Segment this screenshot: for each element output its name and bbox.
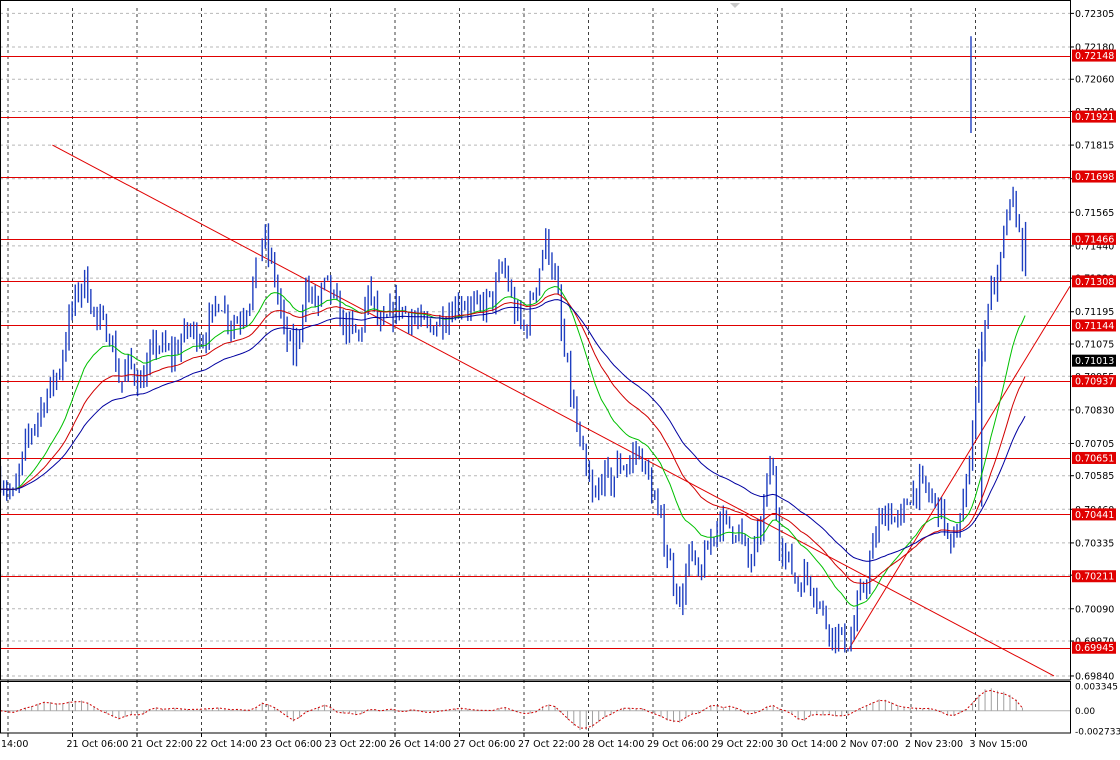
level-price-label: 0.72148	[1075, 51, 1114, 62]
time-tick-label: 30 Oct 14:00	[776, 739, 838, 750]
price-chart[interactable]: 0.723050.721800.720600.719400.718150.716…	[0, 0, 1120, 756]
time-tick-label: 22 Oct 14:00	[196, 739, 258, 750]
oscillator-tick-label: 0.00	[1075, 707, 1095, 717]
time-tick-label: 23 Oct 22:00	[325, 739, 387, 750]
level-price-label: 0.69945	[1075, 643, 1114, 654]
price-tick-label: 0.70090	[1075, 604, 1114, 615]
time-tick-label: 29 Oct 22:00	[712, 739, 774, 750]
current-price-label: 0.71013	[1075, 356, 1114, 367]
time-tick-label: 3 Nov 15:00	[970, 739, 1028, 750]
time-tick-label: 26 Oct 14:00	[389, 739, 451, 750]
price-tick-label: 0.72305	[1075, 9, 1114, 20]
time-tick-label: 21 Oct 06:00	[67, 739, 129, 750]
oscillator-tick-label: 0.003345	[1075, 682, 1118, 692]
price-tick-label: 0.70585	[1075, 471, 1114, 482]
price-tick-label: 0.70705	[1075, 439, 1114, 450]
price-tick-label: 0.71815	[1075, 141, 1114, 152]
price-tick-label: 0.69840	[1075, 671, 1114, 682]
level-price-label: 0.70441	[1075, 510, 1114, 521]
level-price-label: 0.71921	[1075, 112, 1114, 123]
price-tick-label: 0.71075	[1075, 340, 1114, 351]
time-tick-label: 14:00	[1, 739, 28, 750]
price-tick-label: 0.72060	[1075, 75, 1114, 86]
price-tick-label: 0.71195	[1075, 307, 1114, 318]
oscillator-tick-label: -0.002733	[1075, 728, 1120, 738]
level-price-label: 0.71144	[1075, 321, 1114, 332]
time-tick-label: 29 Oct 06:00	[647, 739, 709, 750]
time-tick-label: 2 Nov 23:00	[905, 739, 963, 750]
level-price-label: 0.70651	[1075, 453, 1114, 464]
time-tick-label: 21 Oct 22:00	[131, 739, 193, 750]
time-tick-label: 28 Oct 14:00	[583, 739, 645, 750]
level-price-label: 0.71698	[1075, 172, 1114, 183]
time-tick-label: 2 Nov 07:00	[841, 739, 899, 750]
price-tick-label: 0.70335	[1075, 538, 1114, 549]
level-price-label: 0.71308	[1075, 277, 1114, 288]
time-tick-label: 27 Oct 06:00	[454, 739, 516, 750]
time-tick-label: 27 Oct 22:00	[518, 739, 580, 750]
level-price-label: 0.71466	[1075, 234, 1114, 245]
chart-canvas: 0.723050.721800.720600.719400.718150.716…	[0, 0, 1120, 756]
level-price-label: 0.70211	[1075, 572, 1114, 583]
time-tick-label: 23 Oct 06:00	[260, 739, 322, 750]
price-tick-label: 0.71565	[1075, 208, 1114, 219]
price-tick-label: 0.70830	[1075, 405, 1114, 416]
level-price-label: 0.70937	[1075, 377, 1114, 388]
